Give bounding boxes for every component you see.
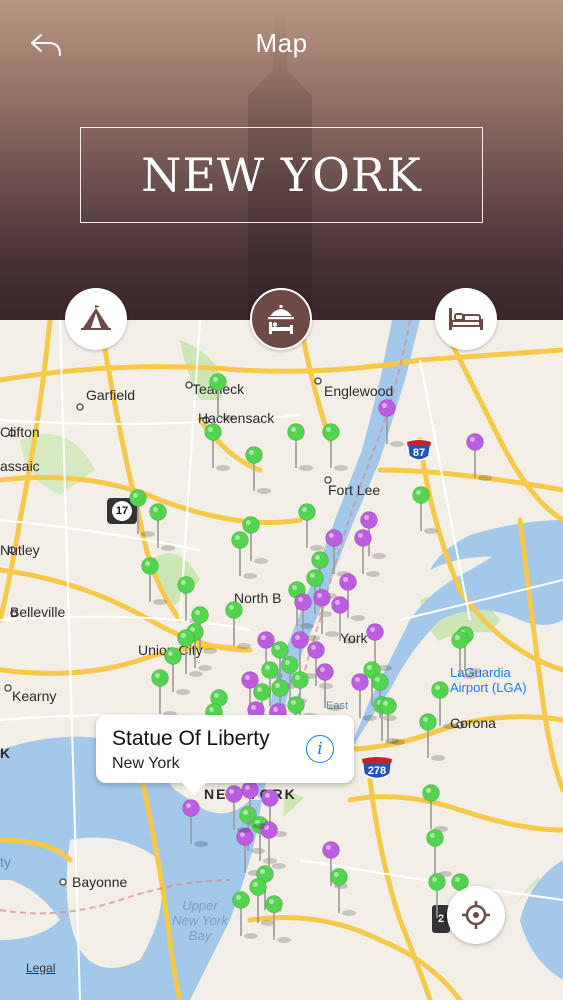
page-title: Map	[255, 28, 308, 58]
hotel-pin[interactable]	[378, 399, 405, 448]
hotel-pin[interactable]	[182, 799, 209, 848]
callout-title: Statue Of Liberty	[112, 727, 270, 750]
attraction-pin[interactable]	[149, 503, 176, 552]
crosshair-icon	[462, 901, 490, 929]
hotel-bell-icon	[268, 305, 294, 334]
hotel-pin[interactable]	[354, 529, 381, 578]
category-hotels-button[interactable]	[250, 288, 312, 350]
category-attractions-button[interactable]	[65, 288, 127, 350]
callout-subtitle: New York	[112, 755, 180, 772]
attraction-pin[interactable]	[426, 829, 453, 878]
info-button[interactable]: i	[306, 735, 334, 763]
attraction-pin[interactable]	[225, 601, 252, 650]
attraction-pin[interactable]	[412, 486, 439, 535]
category-accommodation-button[interactable]	[435, 288, 497, 350]
hotel-pin[interactable]	[466, 433, 493, 482]
attraction-pin[interactable]	[209, 373, 236, 422]
attraction-pin[interactable]	[231, 531, 258, 580]
hotel-pin[interactable]	[325, 529, 352, 578]
attraction-pin[interactable]	[204, 423, 231, 472]
attraction-pin[interactable]	[245, 446, 272, 495]
city-name: NEW YORK	[141, 148, 422, 202]
locate-me-button[interactable]	[447, 886, 505, 944]
legal-link[interactable]: Legal	[26, 961, 55, 975]
hotel-pin[interactable]	[331, 596, 358, 645]
attraction-pin[interactable]	[379, 697, 406, 746]
attraction-pin[interactable]	[419, 713, 446, 762]
attraction-pin[interactable]	[141, 557, 168, 606]
tent-icon	[81, 305, 111, 330]
attraction-pin[interactable]	[265, 895, 292, 944]
header: Map NEW YORK	[0, 0, 563, 320]
attraction-pin[interactable]	[330, 868, 357, 917]
attraction-pin[interactable]	[287, 423, 314, 472]
bed-icon	[449, 308, 483, 330]
info-icon: i	[317, 739, 323, 759]
city-banner: NEW YORK	[80, 127, 483, 223]
attraction-pin[interactable]	[322, 423, 349, 472]
attraction-pin[interactable]	[298, 503, 325, 552]
attraction-pin[interactable]	[422, 784, 449, 833]
attraction-pin[interactable]	[232, 891, 259, 940]
place-callout[interactable]: Statue Of Liberty New York i	[96, 715, 354, 795]
